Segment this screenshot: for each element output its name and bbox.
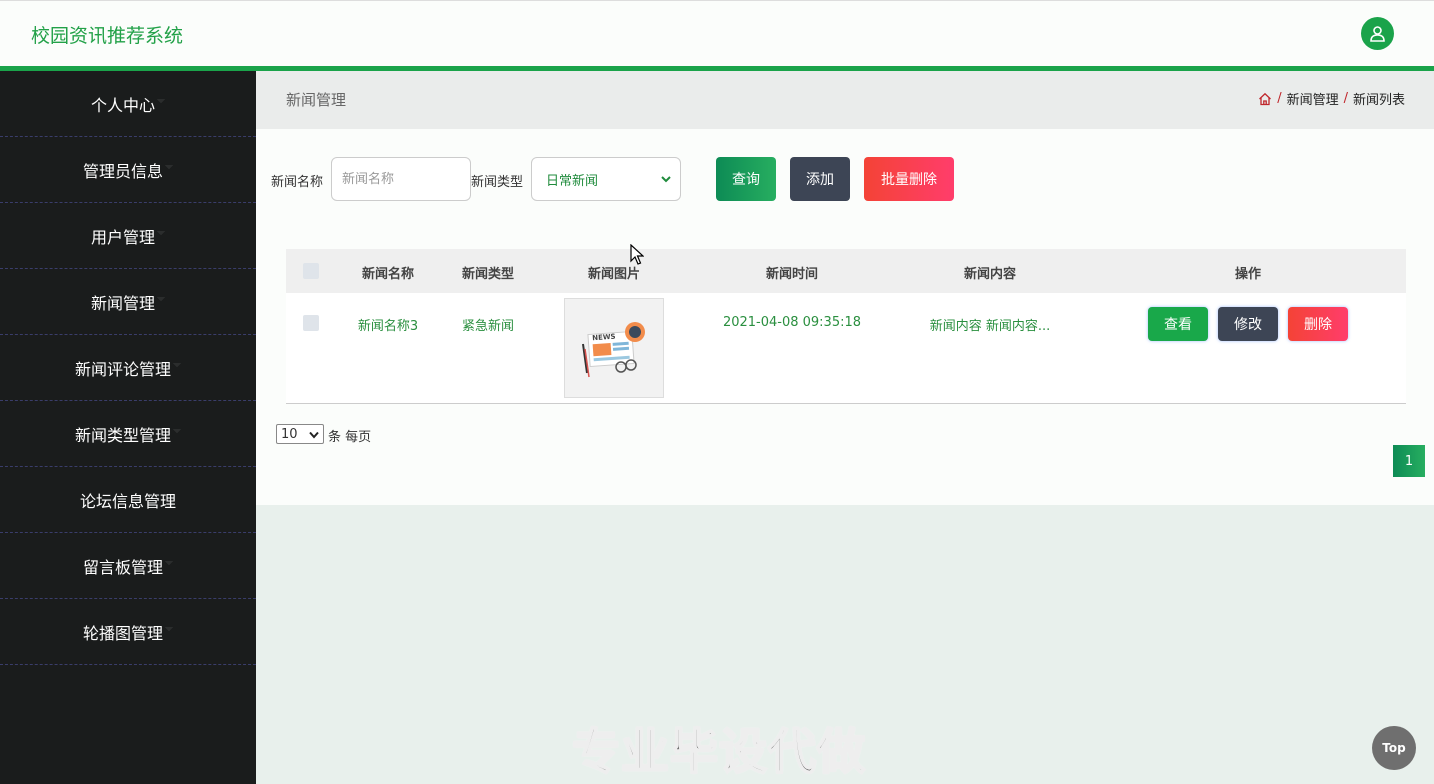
app-title: 校园资讯推荐系统 [31, 25, 184, 47]
page-number-button[interactable]: 1 [1393, 445, 1425, 477]
sidebar-item-label: 用户管理 [90, 227, 155, 247]
breadcrumb-separator: / [1343, 91, 1348, 106]
delete-button[interactable]: 删除 [1288, 307, 1348, 341]
svg-text:NEWS: NEWS [592, 333, 616, 343]
caret-down-icon [165, 164, 173, 169]
sidebar-item-label: 新闻类型管理 [74, 425, 171, 445]
page-size-value: 10 [281, 426, 298, 442]
home-icon[interactable] [1258, 92, 1272, 106]
watermark-text: 专业毕设代做 [571, 723, 867, 781]
news-thumbnail[interactable]: NEWS [564, 298, 664, 398]
chevron-down-icon [309, 431, 319, 439]
caret-down-icon [157, 98, 165, 103]
sidebar-item-carousel-management[interactable]: 轮播图管理 [0, 599, 256, 665]
sidebar-item-label: 管理员信息 [82, 161, 163, 181]
caret-down-icon [165, 560, 173, 565]
back-to-top-button[interactable]: Top [1372, 726, 1416, 770]
breadcrumb-item-current: 新闻列表 [1352, 93, 1405, 108]
page-size-label: 条 每页 [328, 430, 372, 445]
news-name-input[interactable] [331, 157, 471, 201]
caret-down-icon [157, 296, 165, 301]
sidebar-item-news-management[interactable]: 新闻管理 [0, 269, 256, 335]
batch-delete-button[interactable]: 批量删除 [864, 157, 954, 201]
caret-down-icon [173, 428, 181, 433]
news-table: 新闻名称 新闻类型 新闻图片 新闻时间 新闻内容 操作 新闻名称3 紧急新闻 N… [286, 249, 1406, 404]
breadcrumb-item[interactable]: 新闻管理 [1287, 89, 1339, 108]
sidebar-item-forum-management[interactable]: 论坛信息管理 [0, 467, 256, 533]
select-all-checkbox[interactable] [303, 263, 319, 279]
cell-news-time: 2021-04-08 09:35:18 [722, 315, 862, 330]
page-title: 新闻管理 [286, 91, 347, 109]
news-type-select[interactable]: 日常新闻 [531, 157, 681, 201]
top-header: 校园资讯推荐系统 [0, 0, 1434, 66]
sidebar-item-user-management[interactable]: 用户管理 [0, 203, 256, 269]
sidebar-item-label: 新闻管理 [90, 293, 155, 313]
news-type-selected: 日常新闻 [546, 173, 599, 189]
mouse-cursor-icon [630, 244, 644, 265]
sidebar-item-message-board-management[interactable]: 留言板管理 [0, 533, 256, 599]
sidebar-item-label: 个人中心 [90, 95, 155, 115]
column-header: 新闻时间 [765, 267, 818, 282]
news-thumbnail-image: NEWS [582, 322, 645, 378]
sidebar-item-label: 新闻评论管理 [74, 359, 171, 379]
sidebar-item-label: 论坛信息管理 [79, 491, 176, 511]
breadcrumb-separator: / [1277, 91, 1282, 106]
column-header: 新闻内容 [963, 267, 1016, 282]
cell-news-content: 新闻内容 新闻内容... [929, 319, 1051, 334]
breadcrumb-bar: 新闻管理 / 新闻管理 / 新闻列表 [256, 71, 1434, 129]
sidebar-item-news-type-management[interactable]: 新闻类型管理 [0, 401, 256, 467]
page-size-select[interactable]: 10 [276, 424, 324, 444]
sidebar-item-news-comment-management[interactable]: 新闻评论管理 [0, 335, 256, 401]
caret-down-icon [165, 626, 173, 631]
column-header: 操作 [1234, 267, 1261, 282]
caret-down-icon [157, 230, 165, 235]
breadcrumb: / 新闻管理 / 新闻列表 [1258, 89, 1405, 108]
table-header: 新闻名称 新闻类型 新闻图片 新闻时间 新闻内容 操作 [286, 249, 1406, 293]
news-name-label: 新闻名称 [271, 175, 324, 190]
cell-news-type: 紧急新闻 [461, 319, 514, 334]
news-type-label: 新闻类型 [471, 175, 524, 190]
query-button[interactable]: 查询 [716, 157, 776, 201]
view-button[interactable]: 查看 [1148, 307, 1208, 341]
user-icon [1370, 26, 1385, 42]
sidebar: 个人中心 管理员信息 用户管理 新闻管理 新闻评论管理 新闻类型管理 论坛信息管… [0, 71, 256, 784]
sidebar-item-admin-info[interactable]: 管理员信息 [0, 137, 256, 203]
sidebar-item-label: 轮播图管理 [82, 623, 163, 643]
chevron-down-icon [661, 176, 671, 183]
edit-button[interactable]: 修改 [1218, 307, 1278, 341]
row-checkbox[interactable] [303, 315, 319, 331]
user-avatar-button[interactable] [1361, 17, 1394, 50]
sidebar-item-label: 留言板管理 [82, 557, 163, 577]
column-header: 新闻名称 [361, 267, 414, 282]
main-panel: 新闻名称 新闻类型 日常新闻 查询 添加 批量删除 新闻名称 新闻类型 新闻图片… [256, 129, 1434, 505]
sidebar-item-personal-center[interactable]: 个人中心 [0, 71, 256, 137]
add-button[interactable]: 添加 [790, 157, 850, 201]
caret-down-icon [173, 362, 181, 367]
cell-news-name: 新闻名称3 [357, 319, 419, 334]
column-header: 新闻类型 [461, 267, 514, 282]
